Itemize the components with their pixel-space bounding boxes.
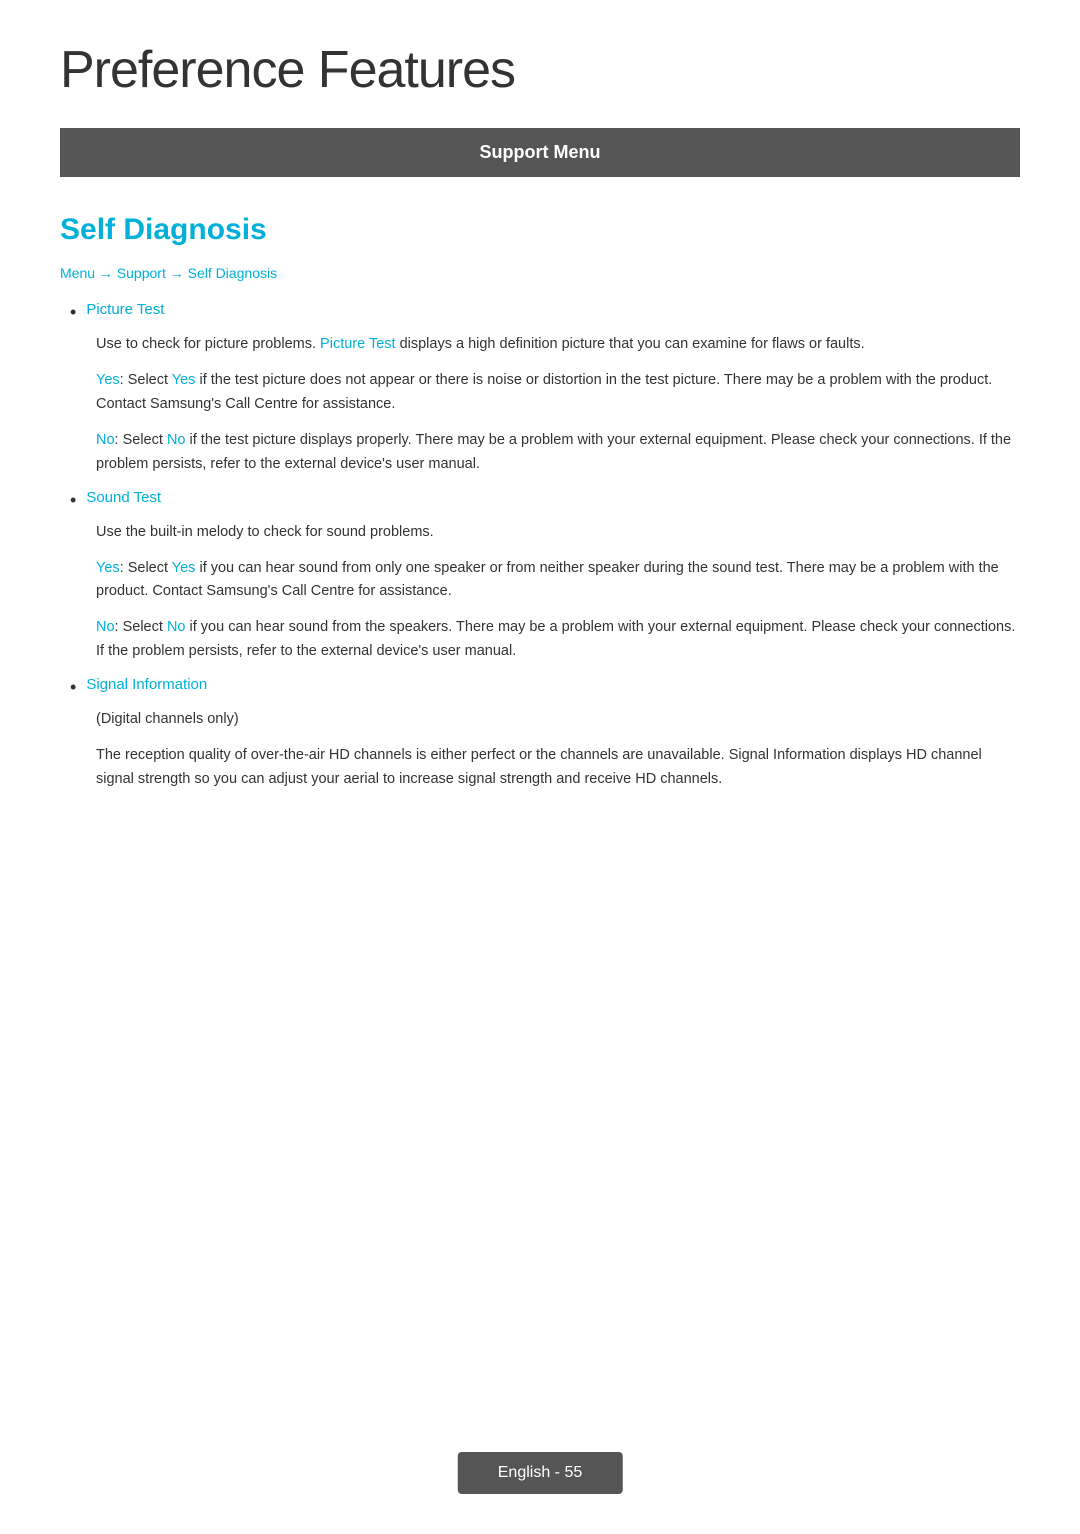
page-container: Preference Features Support Menu Self Di… (0, 0, 1080, 884)
bullet-dot-3: • (70, 677, 76, 698)
sound-test-bullet: • Sound Test (70, 489, 1020, 511)
footer-label: English - 55 (498, 1464, 583, 1481)
sound-test-content: Use the built-in melody to check for sou… (96, 521, 1020, 665)
signal-info-bullet: • Signal Information (70, 676, 1020, 698)
signal-info-para: The reception quality of over-the-air HD… (96, 744, 1020, 792)
sound-test-section: • Sound Test Use the built-in melody to … (60, 489, 1020, 665)
no-label-1: No (96, 432, 115, 448)
picture-test-para-1: Use to check for picture problems. Pictu… (96, 333, 1020, 357)
signal-info-section: • Signal Information (Digital channels o… (60, 676, 1020, 792)
footer-bar: English - 55 (458, 1452, 623, 1494)
picture-test-label: Picture Test (86, 301, 164, 318)
bullet-dot-2: • (70, 490, 76, 511)
picture-test-yes-para: Yes: Select Yes if the test picture does… (96, 369, 1020, 417)
section-title: Self Diagnosis (60, 213, 1020, 247)
signal-info-digital-note: (Digital channels only) (96, 708, 1020, 732)
picture-test-content: Use to check for picture problems. Pictu… (96, 333, 1020, 477)
sound-test-label: Sound Test (86, 489, 161, 506)
page-title: Preference Features (60, 40, 1020, 100)
signal-info-content: (Digital channels only) The reception qu… (96, 708, 1020, 792)
bullet-dot: • (70, 302, 76, 323)
sound-test-para-1: Use the built-in melody to check for sou… (96, 521, 1020, 545)
picture-test-section: • Picture Test Use to check for picture … (60, 301, 1020, 477)
support-menu-bar: Support Menu (60, 128, 1020, 177)
yes-label-2: Yes (96, 560, 120, 576)
yes-inline-1: Yes (172, 372, 196, 388)
no-inline-1: No (167, 432, 186, 448)
signal-info-label: Signal Information (86, 676, 207, 693)
no-label-2: No (96, 619, 115, 635)
picture-test-no-para: No: Select No if the test picture displa… (96, 429, 1020, 477)
sound-test-no-para: No: Select No if you can hear sound from… (96, 616, 1020, 664)
yes-inline-2: Yes (172, 560, 196, 576)
breadcrumb: Menu → Support → Self Diagnosis (60, 265, 1020, 281)
no-inline-2: No (167, 619, 186, 635)
picture-test-bullet: • Picture Test (70, 301, 1020, 323)
picture-test-highlight: Picture Test (320, 336, 396, 352)
sound-test-yes-para: Yes: Select Yes if you can hear sound fr… (96, 557, 1020, 605)
yes-label-1: Yes (96, 372, 120, 388)
